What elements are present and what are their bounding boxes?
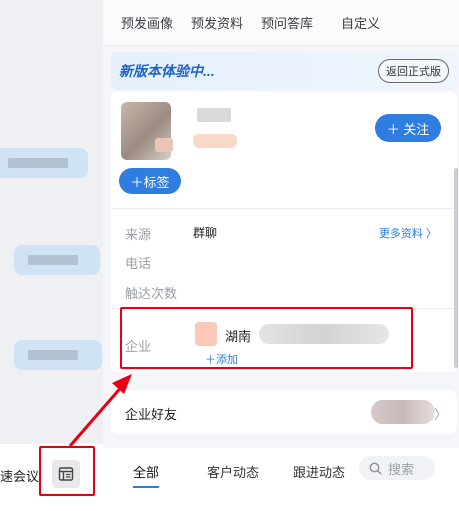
- active-tab-indicator: [133, 486, 159, 488]
- highlight-box-company: [120, 307, 413, 369]
- quick-meeting-label[interactable]: 速会议: [0, 466, 39, 485]
- tab-custom[interactable]: 自定义: [341, 13, 380, 32]
- source-value: 群聊: [193, 226, 218, 240]
- tab-qa-library[interactable]: 预问答库: [261, 13, 313, 32]
- tab-preview-info[interactable]: 预发资料: [191, 13, 243, 32]
- blurred-message: [14, 245, 100, 275]
- chevron-right-icon: 〉: [433, 407, 447, 422]
- avatar-badge: [155, 138, 173, 152]
- more-info-link[interactable]: 更多资料 〉: [379, 225, 437, 241]
- banner-title: 新版本体验中...: [119, 63, 215, 79]
- back-to-stable-button[interactable]: 返回正式版: [378, 59, 449, 83]
- add-tag-button[interactable]: ＋标签: [119, 168, 181, 194]
- chat-pane: 速会议: [0, 0, 103, 511]
- beta-banner: 新版本体验中... 返回正式版: [111, 52, 457, 90]
- search-input[interactable]: 搜索: [359, 456, 435, 480]
- tab-customer-activity[interactable]: 客户动态: [207, 462, 259, 481]
- highlight-box-panel-button: [39, 446, 95, 496]
- blurred-message: [14, 340, 102, 370]
- reach-count-label: 触达次数: [125, 286, 178, 301]
- enterprise-friends-row[interactable]: 企业好友 〉: [111, 390, 457, 434]
- divider: [111, 208, 457, 209]
- follow-button[interactable]: ＋ 关注: [375, 114, 441, 142]
- tab-followup-activity[interactable]: 跟进动态: [293, 462, 345, 481]
- profile-tabs: 预发画像 预发资料 预问答库 自定义: [103, 0, 459, 46]
- customer-name: [197, 108, 231, 122]
- source-label: 来源: [125, 227, 152, 242]
- search-placeholder: 搜索: [388, 461, 415, 477]
- friends-avatars: [371, 400, 435, 424]
- customer-profile-pane: 预发画像 预发资料 预问答库 自定义 新版本体验中... 返回正式版 ＋ 关注 …: [103, 0, 459, 511]
- blurred-message: [0, 148, 88, 178]
- tab-preview-portrait[interactable]: 预发画像: [121, 13, 173, 32]
- customer-tag: [193, 134, 237, 148]
- search-icon: [369, 462, 382, 474]
- scrollbar[interactable]: [454, 168, 458, 368]
- enterprise-friends-label: 企业好友: [125, 407, 178, 422]
- activity-tabs: 全部 客户动态 跟进动态 搜索: [103, 448, 459, 511]
- tab-all[interactable]: 全部: [133, 462, 159, 481]
- phone-label: 电话: [125, 256, 152, 271]
